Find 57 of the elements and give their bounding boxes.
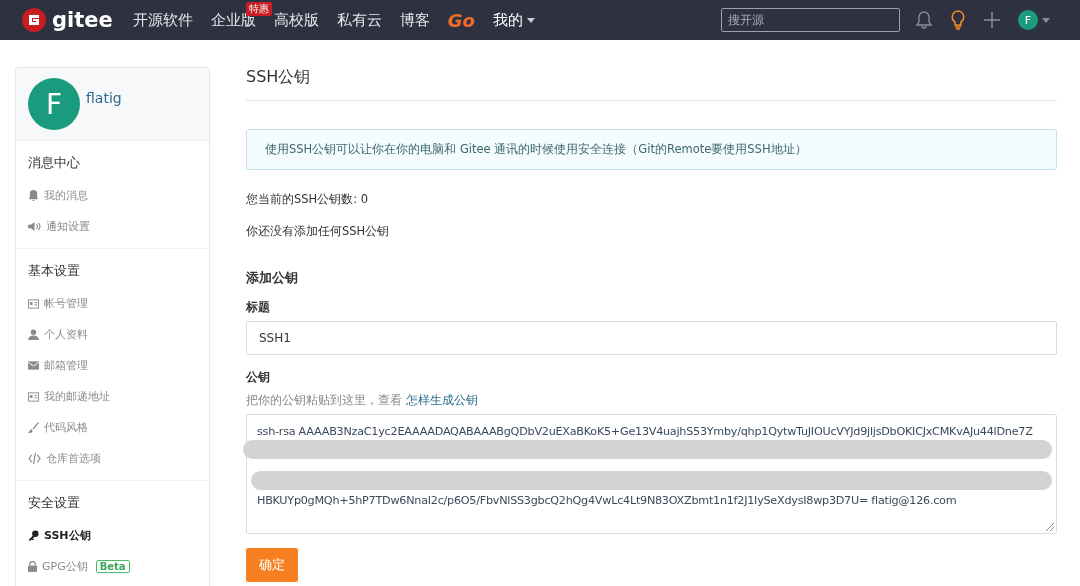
sidebar-item[interactable]: 我的消息	[16, 180, 209, 211]
beta-badge: Beta	[95, 560, 130, 573]
caret-icon[interactable]	[1042, 17, 1050, 23]
username-link[interactable]: flatig	[86, 90, 122, 106]
bell-icon	[28, 190, 39, 201]
envelope-icon	[28, 361, 39, 370]
id-card-icon	[28, 298, 39, 309]
key-text-line: HBKUYp0gMQh+5hP7TDw6NnaI2c/p6O5/FbvNlSS3gbcQ2hQg4VwLc4Lt9N83OXZbmt1n1f2J1IySeXdysI8wp3D7U= flatig@126.com	[257, 493, 958, 509]
resize-grip-icon[interactable]	[1046, 523, 1054, 531]
sidebar-item[interactable]: 个人资料	[16, 319, 209, 350]
search-field[interactable]: 搜开源	[721, 8, 900, 32]
field-label: 标题	[246, 299, 271, 316]
info-alert: 使用SSH公钥可以让你在你的电脑和 Gitee 通讯的时候使用安全连接（Git的Remote要使用SSH地址）	[246, 129, 1057, 170]
hint-text: 把你的公钥粘贴到这里，查看	[246, 392, 402, 409]
nav-link[interactable]: 博客	[399, 10, 430, 30]
section-heading: 消息中心	[27, 154, 81, 172]
brush-icon	[28, 422, 39, 433]
key-text-line: ssh-rsa AAAAB3NzaC1yc2EAAAADAQABAAABgQDbV2uEXaBKoK5+Ge13V4uajhS53Ymby/qhp1QytwTuJIOUcVYJd9jljsDbOKICJxCMKvAJu44lDne7Z	[257, 424, 1034, 440]
nav-link[interactable]: 私有云	[336, 10, 382, 30]
sidebar-item[interactable]: 帐号管理	[16, 288, 209, 319]
nav-link[interactable]: 我的	[492, 10, 565, 30]
bell-icon[interactable]	[916, 11, 932, 29]
promo-badge: 特惠	[245, 1, 272, 16]
caret-icon	[526, 17, 535, 23]
sidebar-item[interactable]: 通知设置	[16, 211, 209, 242]
submit-button[interactable]: 确定	[246, 548, 298, 582]
sidebar-item[interactable]: 仓库首选项	[16, 443, 209, 474]
logo-wordmark[interactable]: gitee	[52, 8, 113, 32]
code-icon	[28, 453, 41, 464]
sidebar-item[interactable]: 邮箱管理	[16, 350, 209, 381]
nav-link[interactable]: 高校版	[273, 10, 319, 30]
id-card-icon	[28, 391, 39, 402]
lightbulb-icon[interactable]	[950, 10, 966, 30]
plus-icon[interactable]	[984, 12, 1000, 28]
nav-link[interactable]: 开源软件	[132, 10, 193, 30]
public-key-textarea[interactable]	[246, 414, 1057, 534]
user-icon	[28, 329, 39, 340]
key-icon	[28, 530, 39, 541]
title-input[interactable]: SSH1	[246, 321, 1057, 355]
empty-note: 你还没有添加任何SSH公钥	[246, 224, 391, 239]
user-avatar[interactable]: F	[1018, 10, 1038, 30]
logo-icon[interactable]	[22, 8, 46, 32]
section-heading: 基本设置	[27, 262, 81, 280]
sidebar-item[interactable]: SSH公钥	[16, 520, 209, 551]
field-label: 公钥	[246, 369, 271, 386]
section-heading: 安全设置	[27, 494, 81, 512]
sidebar-item[interactable]: 我的邮递地址	[16, 381, 209, 412]
help-link[interactable]: 怎样生成公钥	[406, 392, 478, 409]
sidebar-item[interactable]: 代码风格	[16, 412, 209, 443]
user-avatar[interactable]: F	[28, 78, 80, 130]
key-count-text: 您当前的SSH公钥数: 0	[246, 192, 370, 207]
sidebar-item[interactable]: GPG公钥 Beta	[16, 551, 209, 582]
lock-icon	[28, 561, 37, 572]
speaker-icon	[28, 221, 41, 232]
nav-link[interactable]: Go	[447, 9, 475, 31]
form-heading: 添加公钥	[246, 269, 299, 287]
page-title: SSH公钥	[246, 67, 1057, 101]
